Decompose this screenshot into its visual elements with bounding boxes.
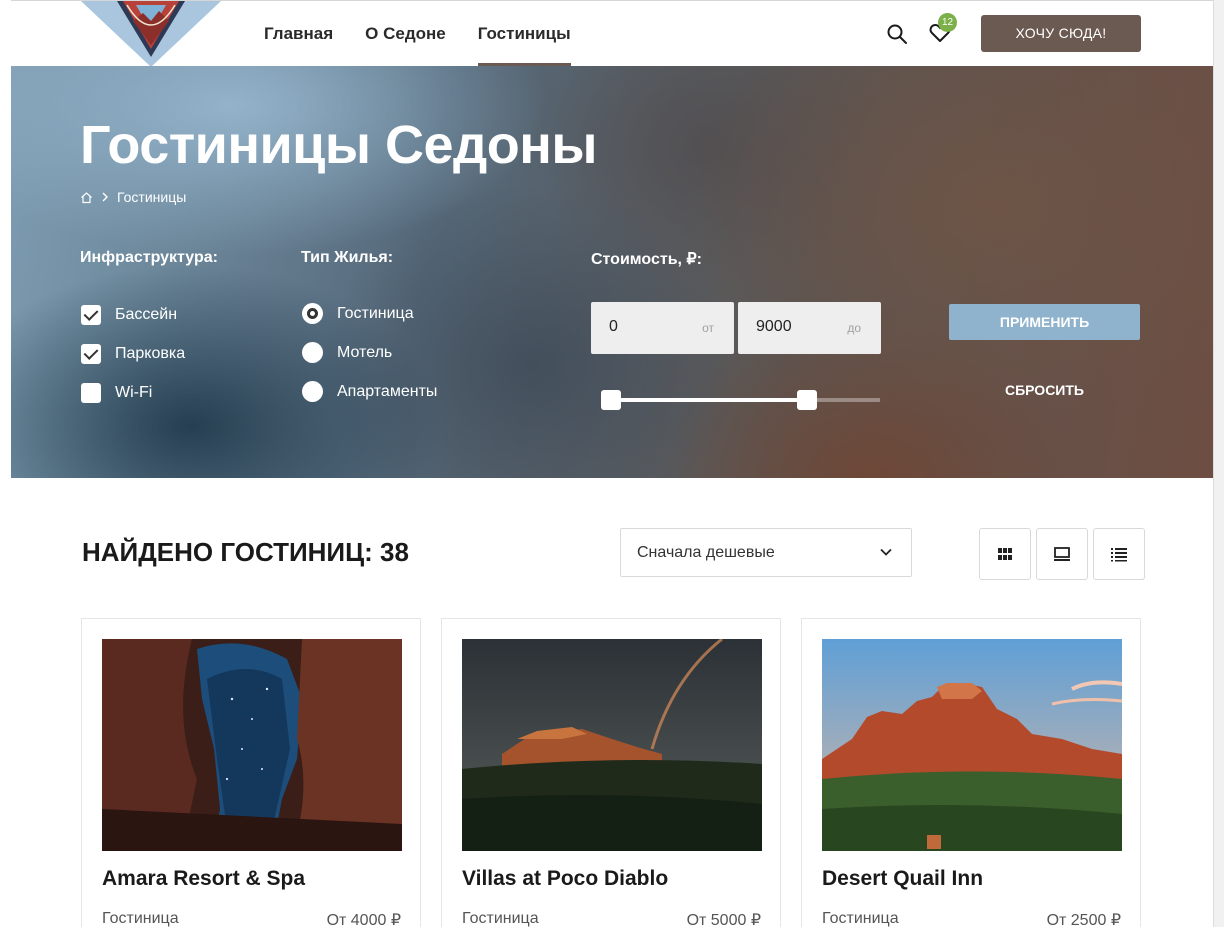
breadcrumb: Гостиницы — [80, 189, 186, 205]
page: Главная О Седоне Гостиницы 12 ХОЧУ СЮДА!… — [11, 0, 1213, 927]
hotel-name[interactable]: Desert Quail Inn — [822, 867, 983, 891]
price-from-unit: от — [702, 321, 714, 335]
price-from-value: 0 — [609, 318, 618, 335]
main-nav: Главная О Седоне Гостиницы — [264, 1, 571, 66]
filter-parking[interactable]: Парковка — [81, 344, 185, 364]
scrollbar[interactable] — [1213, 0, 1224, 927]
want-to-go-button[interactable]: ХОЧУ СЮДА! — [981, 15, 1141, 52]
nav-home[interactable]: Главная — [264, 1, 333, 66]
search-icon[interactable] — [886, 23, 908, 45]
parking-checkbox[interactable] — [81, 344, 101, 364]
price-slider-min-handle[interactable] — [601, 390, 621, 410]
pool-label: Бассейн — [115, 306, 178, 323]
hotel-photo[interactable] — [102, 639, 402, 851]
type-apartments[interactable]: Апартаменты — [302, 381, 437, 402]
price-heading: Стоимость, ₽: — [591, 251, 702, 268]
hotel-price: От 4000 ₽ — [326, 912, 401, 927]
type-motel[interactable]: Мотель — [302, 342, 392, 363]
wifi-label: Wi-Fi — [115, 384, 153, 401]
hotel-type: Гостиница — [462, 910, 539, 927]
hotel-card[interactable]: Amara Resort & Spa Гостиница От 4000 ₽ — [81, 618, 421, 927]
card-view-button[interactable] — [1036, 528, 1088, 580]
apartments-radio[interactable] — [302, 381, 323, 402]
hotel-card[interactable]: Villas at Poco Diablo Гостиница От 5000 … — [441, 618, 781, 927]
favorites-count-badge: 12 — [938, 13, 957, 32]
hotel-type: Гостиница — [102, 910, 179, 927]
sort-select[interactable]: Сначала дешевые — [620, 528, 912, 577]
card-view-icon — [1054, 547, 1070, 561]
list-view-icon — [1111, 548, 1127, 562]
hotel-price: От 5000 ₽ — [686, 912, 761, 927]
hotel-label: Гостиница — [337, 304, 414, 322]
hotel-card[interactable]: Desert Quail Inn Гостиница От 2500 ₽ — [801, 618, 1141, 927]
nav-hotels[interactable]: Гостиницы — [477, 1, 571, 66]
hotel-type: Гостиница — [822, 910, 899, 927]
breadcrumb-current: Гостиницы — [117, 189, 187, 205]
price-slider-max-handle[interactable] — [797, 390, 818, 410]
nav-about-sedona[interactable]: О Седоне — [365, 1, 446, 66]
hotel-name[interactable]: Amara Resort & Spa — [102, 867, 305, 891]
hero-banner: Гостиницы Седоны Гостиницы Инфраструктур… — [11, 66, 1213, 478]
hotel-price: От 2500 ₽ — [1046, 912, 1121, 927]
hotel-radio[interactable] — [302, 303, 323, 324]
results-count: НАЙДЕНО ГОСТИНИЦ: 38 — [82, 537, 409, 567]
motel-radio[interactable] — [302, 342, 323, 363]
reset-filters-button[interactable]: СБРОСИТЬ — [949, 382, 1140, 398]
wifi-checkbox[interactable] — [81, 383, 101, 403]
price-from-input[interactable]: 0 от — [591, 302, 734, 354]
apartments-label: Апартаменты — [337, 382, 438, 400]
pool-checkbox[interactable] — [81, 305, 101, 325]
hotel-name[interactable]: Villas at Poco Diablo — [462, 867, 668, 891]
parking-label: Парковка — [115, 345, 186, 362]
sort-value: Сначала дешевые — [637, 544, 775, 561]
price-to-unit: до — [847, 321, 861, 335]
type-hotel[interactable]: Гостиница — [302, 303, 414, 324]
price-to-input[interactable]: 9000 до — [738, 302, 881, 354]
filter-pool[interactable]: Бассейн — [81, 305, 177, 325]
housing-type-heading: Тип Жилья: — [301, 249, 394, 266]
grid-view-button[interactable] — [979, 528, 1031, 580]
site-header: Главная О Седоне Гостиницы 12 ХОЧУ СЮДА! — [11, 1, 1213, 67]
hotel-photo[interactable] — [822, 639, 1122, 851]
apply-filters-button[interactable]: ПРИМЕНИТЬ — [949, 304, 1140, 340]
sedona-logo[interactable] — [81, 1, 221, 67]
hotel-photo[interactable] — [462, 639, 762, 851]
chevron-down-icon — [880, 548, 892, 556]
price-slider-track[interactable] — [601, 398, 880, 402]
filter-wifi[interactable]: Wi-Fi — [81, 383, 152, 403]
price-slider-range — [601, 398, 808, 402]
motel-label: Мотель — [337, 343, 393, 361]
infrastructure-heading: Инфраструктура: — [80, 249, 218, 266]
price-to-value: 9000 — [756, 318, 792, 335]
chevron-right-icon — [102, 192, 108, 202]
list-view-button[interactable] — [1093, 528, 1145, 580]
home-icon[interactable] — [80, 191, 93, 204]
grid-view-icon — [998, 548, 1012, 560]
page-title: Гостиницы Седоны — [80, 115, 598, 175]
